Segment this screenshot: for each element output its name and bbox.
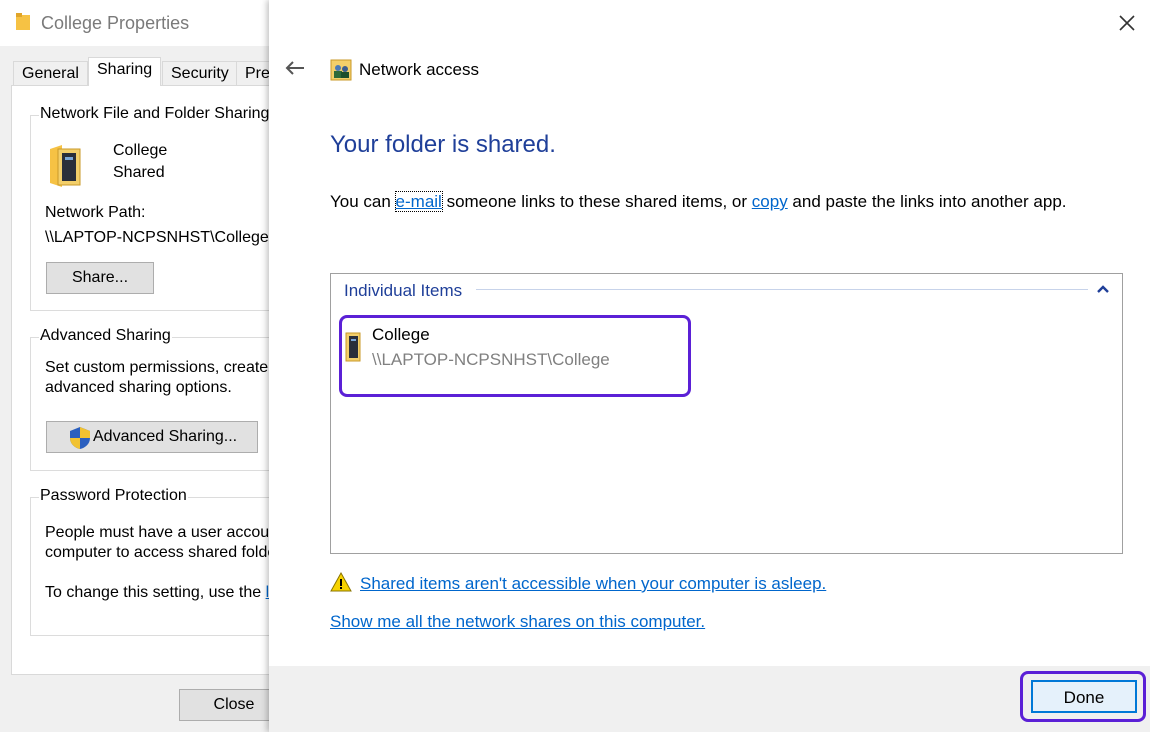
- tab-sharing[interactable]: Sharing: [88, 57, 162, 86]
- tab-security[interactable]: Security: [162, 61, 238, 85]
- folder-name: College: [113, 142, 168, 159]
- tab-general[interactable]: General: [13, 61, 88, 85]
- group-label: Network File and Folder Sharing: [39, 105, 271, 123]
- properties-title: College Properties: [41, 13, 190, 33]
- password-protection-group: Password Protection: [30, 487, 310, 636]
- shared-folder-icon: [50, 145, 81, 187]
- dialog-footer: Done: [269, 666, 1150, 732]
- asleep-warning-link[interactable]: Shared items aren't accessible when your…: [360, 574, 826, 594]
- network-sharing-icon: [330, 59, 352, 81]
- network-path-value: \\LAPTOP-NCPSNHST\College: [45, 229, 269, 246]
- group-label: Password Protection: [39, 487, 188, 505]
- college-properties-window: College Properties General Sharing Secur…: [0, 0, 311, 732]
- chevron-up-icon[interactable]: [1096, 283, 1110, 295]
- network-access-dialog: Network access Your folder is shared. Yo…: [269, 0, 1150, 732]
- password-desc-text: To change this setting, use the: [45, 584, 262, 601]
- desc-text-before: You can: [330, 192, 396, 211]
- advanced-desc-line2: advanced sharing options.: [45, 379, 232, 396]
- password-desc-line2: computer to access shared folde: [45, 544, 277, 561]
- warning-icon: [330, 572, 352, 592]
- close-icon[interactable]: [1118, 14, 1136, 32]
- advanced-desc-line1: Set custom permissions, create: [45, 359, 269, 376]
- advanced-sharing-button-label: Advanced Sharing...: [93, 428, 238, 445]
- network-path-label: Network Path:: [45, 204, 146, 221]
- share-button[interactable]: Share...: [46, 262, 154, 294]
- password-desc-line3: To change this setting, use the l: [45, 584, 269, 602]
- password-desc-line1: People must have a user accour: [45, 524, 275, 541]
- dialog-heading: Network access: [359, 60, 479, 79]
- share-description: You can e-mail someone links to these sh…: [330, 191, 1067, 212]
- show-network-shares-link[interactable]: Show me all the network shares on this c…: [330, 612, 705, 632]
- done-highlight: [1020, 671, 1146, 722]
- folder-status: Shared: [113, 164, 165, 181]
- group-divider: [476, 289, 1088, 290]
- item-highlight: [339, 315, 691, 397]
- desc-text-after: and paste the links into another app.: [787, 192, 1067, 211]
- success-title: Your folder is shared.: [330, 131, 556, 158]
- properties-titlebar: College Properties: [0, 0, 300, 46]
- copy-link[interactable]: copy: [752, 192, 788, 211]
- email-link[interactable]: e-mail: [394, 191, 443, 212]
- desc-text-middle: someone links to these shared items, or: [441, 192, 752, 211]
- items-group-label: Individual Items: [344, 281, 463, 300]
- advanced-sharing-button[interactable]: Advanced Sharing...: [46, 421, 258, 453]
- back-arrow-icon[interactable]: [285, 60, 305, 76]
- uac-shield-icon: [70, 427, 90, 449]
- folder-icon: [16, 13, 30, 30]
- group-label: Advanced Sharing: [39, 327, 172, 345]
